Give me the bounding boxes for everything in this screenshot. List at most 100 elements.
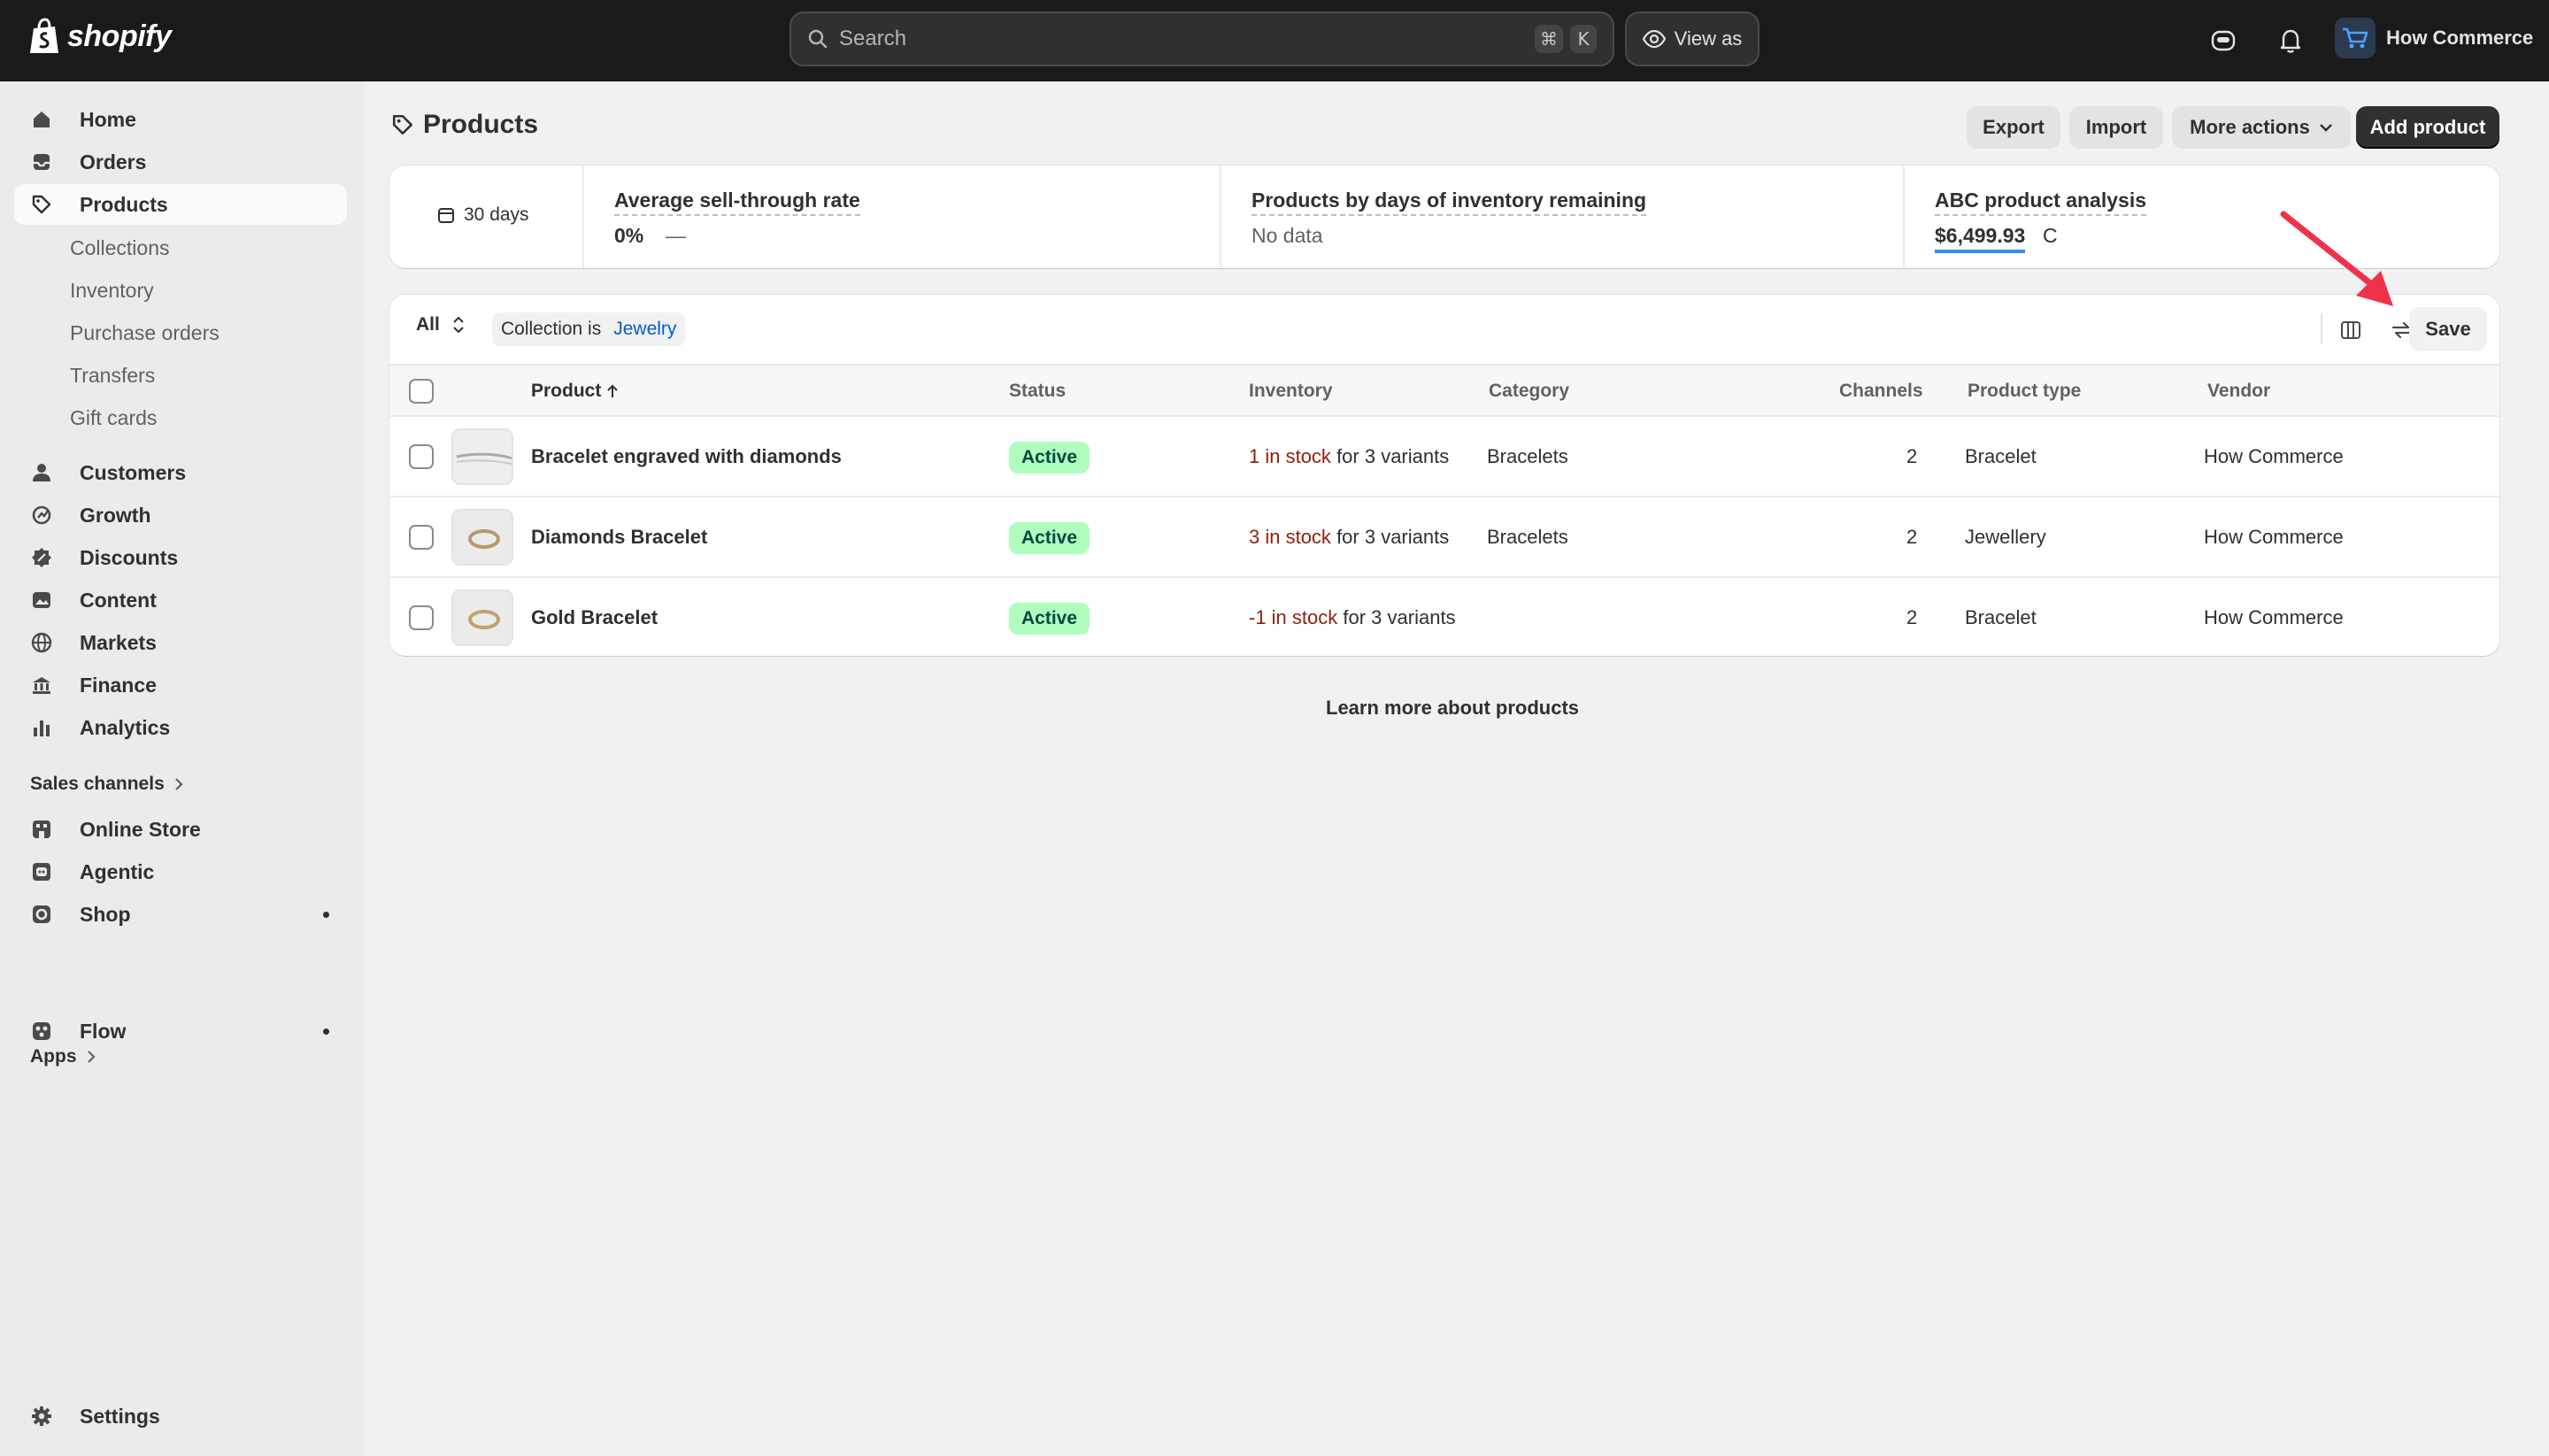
status-badge: Active	[1009, 522, 1090, 554]
date-range-button[interactable]: 30 days	[389, 166, 582, 268]
sidekick-button[interactable]	[2206, 23, 2241, 58]
channels-cell: 2	[1906, 526, 1918, 548]
eye-icon	[1642, 30, 1666, 48]
sidebar-subitem-inventory[interactable]: Inventory	[70, 270, 154, 311]
filter-chip-collection[interactable]: Collection is Jewelry	[492, 312, 686, 346]
table-row[interactable]: Gold Bracelet Active -1 in stock for 3 v…	[389, 578, 2499, 656]
metric-value: 0%	[614, 224, 644, 247]
table-body: Bracelet engraved with diamonds Active 1…	[389, 417, 2499, 656]
store-name: How Commerce	[2386, 27, 2534, 49]
category-cell: Bracelets	[1487, 526, 1568, 548]
sidebar-subitem-collections[interactable]: Collections	[70, 227, 170, 268]
sidebar-item-label: Markets	[80, 630, 157, 654]
row-checkbox[interactable]	[409, 525, 434, 550]
sidebar-item-agentic[interactable]: Agentic	[14, 851, 347, 892]
product-name[interactable]: Diamonds Bracelet	[531, 526, 707, 549]
metric-days-inventory[interactable]: Products by days of inventory remaining …	[1220, 166, 1903, 268]
chart-icon	[28, 717, 55, 738]
unread-dot	[323, 911, 329, 918]
chevron-down-icon	[2319, 124, 2332, 132]
sidebar-item-label: Settings	[80, 1404, 160, 1428]
tag-icon	[392, 114, 413, 135]
row-checkbox[interactable]	[409, 605, 434, 630]
sales-channels-header[interactable]: Sales channels	[30, 774, 184, 795]
top-bar: shopify Search ⌘ K View as How Commerce	[0, 0, 2549, 81]
discount-icon	[28, 547, 55, 568]
vendor-cell: How Commerce	[2204, 606, 2344, 628]
learn-more-link[interactable]: Learn more about products	[1326, 697, 1579, 720]
column-header-inventory[interactable]: Inventory	[1249, 381, 1333, 402]
metric-value: $6,499.93	[1935, 224, 2026, 253]
table-row[interactable]: Bracelet engraved with diamonds Active 1…	[389, 417, 2499, 497]
vendor-cell: How Commerce	[2204, 526, 2344, 548]
store-menu[interactable]: How Commerce	[2335, 18, 2533, 58]
sidebar-item-settings[interactable]: Settings	[14, 1396, 347, 1437]
sidebar-item-label: Flow	[80, 1019, 127, 1043]
sidebar-subitem-purchase-orders[interactable]: Purchase orders	[70, 312, 219, 353]
save-view-button[interactable]: Save	[2409, 307, 2487, 351]
sidebar-item-shop[interactable]: Shop	[14, 894, 347, 935]
column-header-label: Product	[531, 381, 602, 401]
sidebar-item-orders[interactable]: Orders	[14, 142, 347, 182]
page-title: Products	[391, 110, 538, 140]
notifications-button[interactable]	[2273, 23, 2308, 58]
metric-grade: C	[2043, 224, 2058, 247]
sales-channels-title: Sales channels	[30, 774, 165, 794]
select-all-checkbox[interactable]	[409, 379, 434, 404]
chevron-right-icon	[87, 1051, 96, 1063]
sidebar-item-discounts[interactable]: Discounts	[14, 537, 347, 578]
inventory-cell: -1 in stock for 3 variants	[1249, 606, 1456, 629]
sidebar-item-label: Orders	[80, 150, 147, 173]
sidebar-item-label: Finance	[80, 673, 157, 697]
sidebar-subitem-transfers[interactable]: Transfers	[70, 355, 155, 396]
view-selector[interactable]: All	[416, 314, 465, 335]
shopify-logo[interactable]: shopify	[28, 18, 172, 55]
sidebar-item-home[interactable]: Home	[14, 99, 347, 140]
calendar-icon	[438, 208, 454, 223]
column-header-product-type[interactable]: Product type	[1968, 381, 2081, 402]
table-row[interactable]: Diamonds Bracelet Active 3 in stock for …	[389, 497, 2499, 578]
search-input[interactable]: Search ⌘ K	[789, 12, 1614, 66]
view-as-button[interactable]: View as	[1625, 12, 1760, 66]
stock-count: 3 in stock	[1249, 526, 1331, 548]
column-header-channels[interactable]: Channels	[1839, 381, 1923, 402]
product-name[interactable]: Gold Bracelet	[531, 606, 658, 629]
sidebar-item-growth[interactable]: Growth	[14, 495, 347, 535]
sidebar-item-flow[interactable]: Flow	[14, 1011, 347, 1052]
sidekick-icon	[2211, 30, 2236, 51]
column-header-vendor[interactable]: Vendor	[2207, 381, 2270, 402]
store-avatar	[2335, 18, 2376, 58]
sidebar-item-products[interactable]: Products	[14, 184, 347, 225]
add-product-button[interactable]: Add product	[2356, 106, 2499, 149]
column-header-product[interactable]: Product	[531, 381, 619, 402]
sidebar-subitem-gift-cards[interactable]: Gift cards	[70, 397, 157, 438]
sidebar-item-analytics[interactable]: Analytics	[14, 707, 347, 748]
column-header-category[interactable]: Category	[1489, 381, 1569, 402]
products-table: All Collection is Jewelry Save Product S…	[389, 295, 2499, 656]
metric-sell-through[interactable]: Average sell-through rate 0% —	[582, 166, 1220, 268]
add-product-label: Add product	[2369, 116, 2486, 138]
globe-icon	[28, 632, 55, 653]
row-checkbox[interactable]	[409, 444, 434, 469]
logo-text: shopify	[67, 19, 172, 53]
export-button[interactable]: Export	[1967, 106, 2060, 149]
date-range-label: 30 days	[464, 204, 529, 225]
category-cell: Bracelets	[1487, 445, 1568, 467]
sidebar-item-finance[interactable]: Finance	[14, 665, 347, 705]
growth-icon	[28, 505, 55, 526]
store-icon	[28, 819, 55, 840]
sidebar-item-content[interactable]: Content	[14, 580, 347, 620]
inventory-cell: 3 in stock for 3 variants	[1249, 526, 1449, 549]
column-header-status[interactable]: Status	[1009, 381, 1066, 402]
page-title-text: Products	[423, 110, 539, 139]
sidebar-item-online-store[interactable]: Online Store	[14, 809, 347, 850]
more-actions-button[interactable]: More actions	[2172, 106, 2351, 149]
sidebar-item-customers[interactable]: Customers	[14, 452, 347, 493]
stock-count: 1 in stock	[1249, 445, 1331, 467]
product-name[interactable]: Bracelet engraved with diamonds	[531, 445, 842, 468]
sidebar-item-label: Products	[80, 192, 168, 216]
sidebar-item-markets[interactable]: Markets	[14, 622, 347, 663]
status-badge: Active	[1009, 603, 1090, 635]
filter-chip-value: Jewelry	[613, 319, 677, 339]
import-button[interactable]: Import	[2069, 106, 2163, 149]
